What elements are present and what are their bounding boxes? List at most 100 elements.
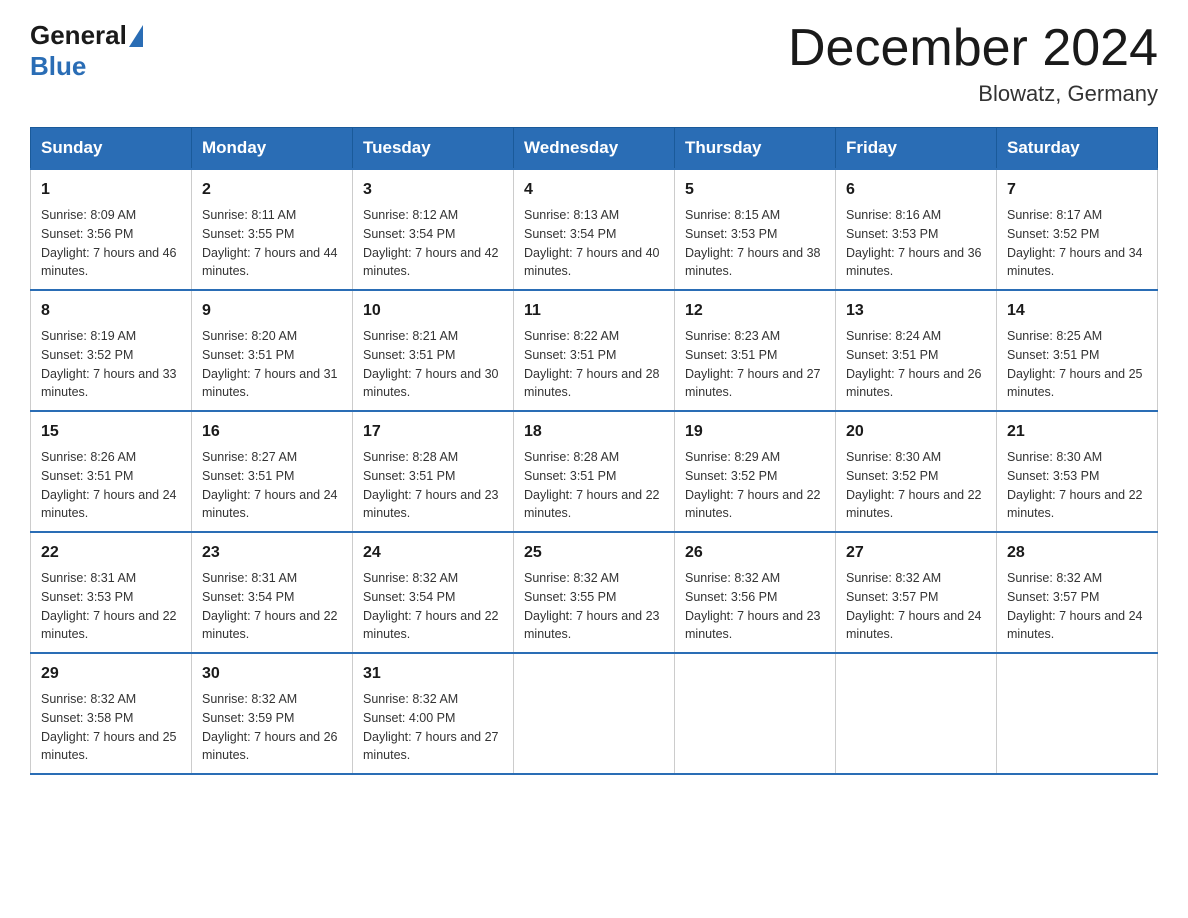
table-row: 26 Sunrise: 8:32 AM Sunset: 3:56 PM Dayl… — [675, 532, 836, 653]
day-sunrise: Sunrise: 8:28 AM — [363, 450, 458, 464]
day-sunset: Sunset: 3:54 PM — [524, 227, 616, 241]
table-row: 1 Sunrise: 8:09 AM Sunset: 3:56 PM Dayli… — [31, 169, 192, 290]
day-number: 26 — [685, 541, 825, 565]
table-row: 5 Sunrise: 8:15 AM Sunset: 3:53 PM Dayli… — [675, 169, 836, 290]
day-number: 24 — [363, 541, 503, 565]
table-row: 4 Sunrise: 8:13 AM Sunset: 3:54 PM Dayli… — [514, 169, 675, 290]
day-sunrise: Sunrise: 8:31 AM — [41, 571, 136, 585]
day-sunset: Sunset: 3:54 PM — [202, 590, 294, 604]
header-thursday: Thursday — [675, 128, 836, 170]
day-daylight: Daylight: 7 hours and 22 minutes. — [685, 488, 821, 521]
day-daylight: Daylight: 7 hours and 24 minutes. — [202, 488, 338, 521]
day-sunrise: Sunrise: 8:09 AM — [41, 208, 136, 222]
table-row: 7 Sunrise: 8:17 AM Sunset: 3:52 PM Dayli… — [997, 169, 1158, 290]
table-row: 13 Sunrise: 8:24 AM Sunset: 3:51 PM Dayl… — [836, 290, 997, 411]
day-sunrise: Sunrise: 8:26 AM — [41, 450, 136, 464]
day-sunset: Sunset: 3:51 PM — [202, 469, 294, 483]
logo-blue-text: Blue — [30, 51, 86, 82]
day-sunset: Sunset: 3:53 PM — [685, 227, 777, 241]
day-sunrise: Sunrise: 8:20 AM — [202, 329, 297, 343]
day-sunset: Sunset: 3:51 PM — [1007, 348, 1099, 362]
day-number: 16 — [202, 420, 342, 444]
day-sunrise: Sunrise: 8:25 AM — [1007, 329, 1102, 343]
day-daylight: Daylight: 7 hours and 36 minutes. — [846, 246, 982, 279]
calendar-header-row: Sunday Monday Tuesday Wednesday Thursday… — [31, 128, 1158, 170]
day-sunset: Sunset: 3:53 PM — [846, 227, 938, 241]
day-daylight: Daylight: 7 hours and 22 minutes. — [1007, 488, 1143, 521]
table-row: 25 Sunrise: 8:32 AM Sunset: 3:55 PM Dayl… — [514, 532, 675, 653]
day-sunset: Sunset: 3:57 PM — [846, 590, 938, 604]
day-sunset: Sunset: 3:53 PM — [1007, 469, 1099, 483]
table-row: 12 Sunrise: 8:23 AM Sunset: 3:51 PM Dayl… — [675, 290, 836, 411]
day-number: 9 — [202, 299, 342, 323]
day-sunset: Sunset: 3:56 PM — [41, 227, 133, 241]
day-sunset: Sunset: 3:55 PM — [202, 227, 294, 241]
day-sunrise: Sunrise: 8:23 AM — [685, 329, 780, 343]
day-daylight: Daylight: 7 hours and 24 minutes. — [41, 488, 177, 521]
title-area: December 2024 Blowatz, Germany — [788, 20, 1158, 107]
day-number: 12 — [685, 299, 825, 323]
calendar-table: Sunday Monday Tuesday Wednesday Thursday… — [30, 127, 1158, 775]
header-monday: Monday — [192, 128, 353, 170]
day-number: 21 — [1007, 420, 1147, 444]
day-number: 1 — [41, 178, 181, 202]
day-sunrise: Sunrise: 8:24 AM — [846, 329, 941, 343]
table-row: 15 Sunrise: 8:26 AM Sunset: 3:51 PM Dayl… — [31, 411, 192, 532]
table-row: 19 Sunrise: 8:29 AM Sunset: 3:52 PM Dayl… — [675, 411, 836, 532]
day-daylight: Daylight: 7 hours and 22 minutes. — [524, 488, 660, 521]
day-daylight: Daylight: 7 hours and 31 minutes. — [202, 367, 338, 400]
day-sunset: Sunset: 3:59 PM — [202, 711, 294, 725]
day-sunset: Sunset: 3:56 PM — [685, 590, 777, 604]
day-number: 6 — [846, 178, 986, 202]
day-number: 22 — [41, 541, 181, 565]
table-row — [514, 653, 675, 774]
day-daylight: Daylight: 7 hours and 23 minutes. — [524, 609, 660, 642]
table-row — [675, 653, 836, 774]
day-daylight: Daylight: 7 hours and 22 minutes. — [41, 609, 177, 642]
day-sunrise: Sunrise: 8:21 AM — [363, 329, 458, 343]
calendar-week-row: 22 Sunrise: 8:31 AM Sunset: 3:53 PM Dayl… — [31, 532, 1158, 653]
logo-triangle-icon — [129, 25, 143, 47]
day-sunrise: Sunrise: 8:32 AM — [1007, 571, 1102, 585]
day-sunrise: Sunrise: 8:31 AM — [202, 571, 297, 585]
header-wednesday: Wednesday — [514, 128, 675, 170]
table-row: 31 Sunrise: 8:32 AM Sunset: 4:00 PM Dayl… — [353, 653, 514, 774]
day-sunrise: Sunrise: 8:28 AM — [524, 450, 619, 464]
day-number: 29 — [41, 662, 181, 686]
day-daylight: Daylight: 7 hours and 22 minutes. — [846, 488, 982, 521]
table-row: 16 Sunrise: 8:27 AM Sunset: 3:51 PM Dayl… — [192, 411, 353, 532]
day-sunset: Sunset: 3:58 PM — [41, 711, 133, 725]
day-sunrise: Sunrise: 8:22 AM — [524, 329, 619, 343]
day-daylight: Daylight: 7 hours and 30 minutes. — [363, 367, 499, 400]
day-sunset: Sunset: 3:51 PM — [685, 348, 777, 362]
day-sunset: Sunset: 3:57 PM — [1007, 590, 1099, 604]
table-row: 24 Sunrise: 8:32 AM Sunset: 3:54 PM Dayl… — [353, 532, 514, 653]
day-number: 31 — [363, 662, 503, 686]
day-number: 8 — [41, 299, 181, 323]
calendar-week-row: 1 Sunrise: 8:09 AM Sunset: 3:56 PM Dayli… — [31, 169, 1158, 290]
day-daylight: Daylight: 7 hours and 23 minutes. — [363, 488, 499, 521]
day-number: 11 — [524, 299, 664, 323]
day-daylight: Daylight: 7 hours and 38 minutes. — [685, 246, 821, 279]
table-row: 8 Sunrise: 8:19 AM Sunset: 3:52 PM Dayli… — [31, 290, 192, 411]
day-daylight: Daylight: 7 hours and 22 minutes. — [202, 609, 338, 642]
day-sunset: Sunset: 3:53 PM — [41, 590, 133, 604]
day-daylight: Daylight: 7 hours and 40 minutes. — [524, 246, 660, 279]
calendar-week-row: 15 Sunrise: 8:26 AM Sunset: 3:51 PM Dayl… — [31, 411, 1158, 532]
day-number: 4 — [524, 178, 664, 202]
table-row: 21 Sunrise: 8:30 AM Sunset: 3:53 PM Dayl… — [997, 411, 1158, 532]
day-sunrise: Sunrise: 8:11 AM — [202, 208, 296, 222]
header-tuesday: Tuesday — [353, 128, 514, 170]
day-number: 25 — [524, 541, 664, 565]
header: General Blue December 2024 Blowatz, Germ… — [30, 20, 1158, 107]
table-row: 18 Sunrise: 8:28 AM Sunset: 3:51 PM Dayl… — [514, 411, 675, 532]
table-row: 29 Sunrise: 8:32 AM Sunset: 3:58 PM Dayl… — [31, 653, 192, 774]
day-sunrise: Sunrise: 8:17 AM — [1007, 208, 1102, 222]
day-sunrise: Sunrise: 8:29 AM — [685, 450, 780, 464]
day-sunrise: Sunrise: 8:13 AM — [524, 208, 619, 222]
day-number: 23 — [202, 541, 342, 565]
table-row: 22 Sunrise: 8:31 AM Sunset: 3:53 PM Dayl… — [31, 532, 192, 653]
day-number: 10 — [363, 299, 503, 323]
calendar-week-row: 29 Sunrise: 8:32 AM Sunset: 3:58 PM Dayl… — [31, 653, 1158, 774]
day-sunset: Sunset: 3:52 PM — [846, 469, 938, 483]
